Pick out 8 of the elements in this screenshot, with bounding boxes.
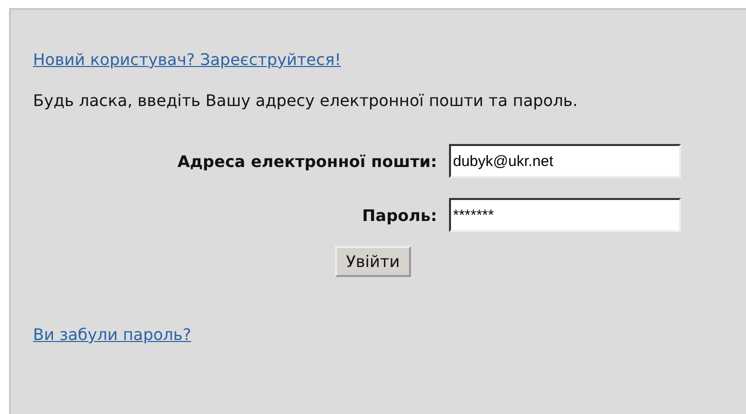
login-button[interactable]: Увійти <box>335 246 411 277</box>
email-field[interactable]: dubyk@ukr.net <box>449 144 681 178</box>
register-link[interactable]: Новий користувач? Зареєструйтеся! <box>33 50 341 69</box>
field-label: Адреса електронної пошти: <box>177 152 437 170</box>
password-field[interactable]: ******* <box>449 198 681 232</box>
instructions-text: Будь ласка, введіть Вашу адресу електронної пошти та пароль. <box>33 91 579 110</box>
field-label: Пароль: <box>362 206 437 224</box>
forgot-password-link[interactable]: Ви забули пароль? <box>33 325 192 344</box>
